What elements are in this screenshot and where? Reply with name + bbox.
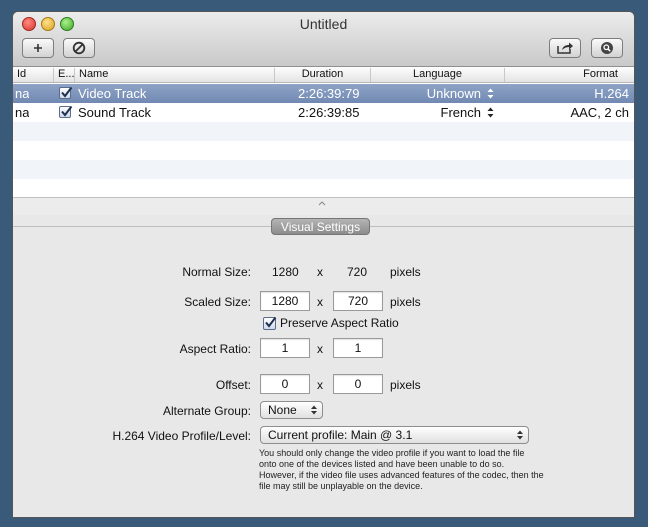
checkmark-icon	[265, 316, 277, 328]
add-track-button[interactable]	[22, 38, 54, 58]
column-header-duration[interactable]: Duration	[275, 68, 371, 82]
profile-label: H.264 Video Profile/Level:	[112, 429, 251, 443]
column-header-enabled[interactable]: E...	[54, 68, 75, 82]
scaled-width-field[interactable]: 1280	[260, 291, 310, 311]
chevron-up-icon	[318, 201, 326, 206]
title-bar: Untitled	[13, 12, 634, 67]
split-view-divider[interactable]	[13, 197, 634, 216]
track-name: Sound Track	[78, 105, 151, 120]
track-id: na	[15, 86, 30, 101]
times-sign: x	[317, 265, 323, 279]
scaled-size-label: Scaled Size:	[184, 295, 251, 309]
scaled-height-field[interactable]: 720	[333, 291, 383, 311]
profile-value: Current profile: Main @ 3.1	[268, 428, 413, 442]
empty-row	[13, 141, 634, 160]
share-button[interactable]	[549, 38, 581, 58]
aspect-ratio-label: Aspect Ratio:	[179, 342, 251, 356]
track-format: H.264	[594, 86, 629, 101]
track-enabled-checkbox[interactable]	[59, 86, 73, 99]
offset-unit: pixels	[390, 378, 421, 392]
visual-settings-pane: Visual Settings Normal Size: 1280 x 720 …	[13, 215, 634, 517]
track-language[interactable]: Unknown	[381, 84, 481, 103]
table-header: Id E... Name Duration Language Format	[13, 67, 634, 83]
empty-row	[13, 179, 634, 197]
track-duration: 2:26:39:79	[298, 86, 360, 101]
offset-y-field[interactable]: 0	[333, 374, 383, 394]
column-header-format[interactable]: Format	[505, 68, 634, 82]
main-window: Untitled Id E... Name Duration Language …	[13, 12, 634, 517]
window-title: Untitled	[299, 16, 348, 32]
aspect-ratio-a-field[interactable]: 1	[260, 338, 310, 358]
preserve-aspect-checkbox[interactable]	[263, 316, 277, 330]
column-header-name[interactable]: Name	[75, 68, 275, 82]
preserve-aspect-label[interactable]: Preserve Aspect Ratio	[280, 316, 399, 330]
track-enabled-checkbox[interactable]	[59, 105, 73, 118]
offset-x-field[interactable]: 0	[260, 374, 310, 394]
track-name: Video Track	[78, 86, 147, 101]
normal-size-label: Normal Size:	[182, 265, 251, 279]
alternate-group-label: Alternate Group:	[162, 404, 251, 418]
alternate-group-popup[interactable]: None	[260, 401, 323, 419]
magnifier-icon	[601, 42, 613, 54]
visual-settings-tab[interactable]: Visual Settings	[271, 218, 370, 235]
times-sign: x	[317, 295, 323, 309]
prohibited-icon	[72, 41, 86, 55]
profile-popup[interactable]: Current profile: Main @ 3.1	[260, 426, 529, 444]
times-sign: x	[317, 378, 323, 392]
table-row[interactable]: na Video Track 2:26:39:79 Unknown H.264	[13, 84, 634, 103]
checkmark-icon	[61, 86, 73, 98]
up-down-arrows-icon[interactable]	[487, 88, 494, 99]
checkmark-icon	[61, 105, 73, 117]
share-icon	[557, 42, 573, 54]
alternate-group-value: None	[268, 403, 297, 417]
scaled-size-unit: pixels	[390, 295, 421, 309]
tracks-table: Id E... Name Duration Language Format na…	[13, 67, 634, 197]
aspect-ratio-b-field[interactable]: 1	[333, 338, 383, 358]
normal-size-width: 1280	[272, 265, 299, 279]
normal-size-unit: pixels	[390, 265, 421, 279]
up-down-arrows-icon	[311, 405, 317, 415]
track-format: AAC, 2 ch	[570, 105, 629, 120]
up-down-arrows-icon	[517, 430, 523, 440]
track-duration: 2:26:39:85	[298, 105, 360, 120]
empty-row	[13, 122, 634, 141]
plus-icon	[34, 44, 42, 52]
remove-track-button[interactable]	[63, 38, 95, 58]
track-language[interactable]: French	[381, 103, 481, 122]
column-header-id[interactable]: Id	[13, 68, 54, 82]
empty-row	[13, 160, 634, 179]
normal-size-height: 720	[347, 265, 368, 279]
up-down-arrows-icon[interactable]	[487, 107, 494, 118]
track-id: na	[15, 105, 30, 120]
times-sign: x	[317, 342, 323, 356]
table-row[interactable]: na Sound Track 2:26:39:85 French AAC, 2 …	[13, 103, 634, 122]
offset-label: Offset:	[215, 378, 251, 392]
inspect-button[interactable]	[591, 38, 623, 58]
column-header-language[interactable]: Language	[371, 68, 505, 82]
profile-warning-note: You should only change the video profile…	[259, 448, 544, 491]
